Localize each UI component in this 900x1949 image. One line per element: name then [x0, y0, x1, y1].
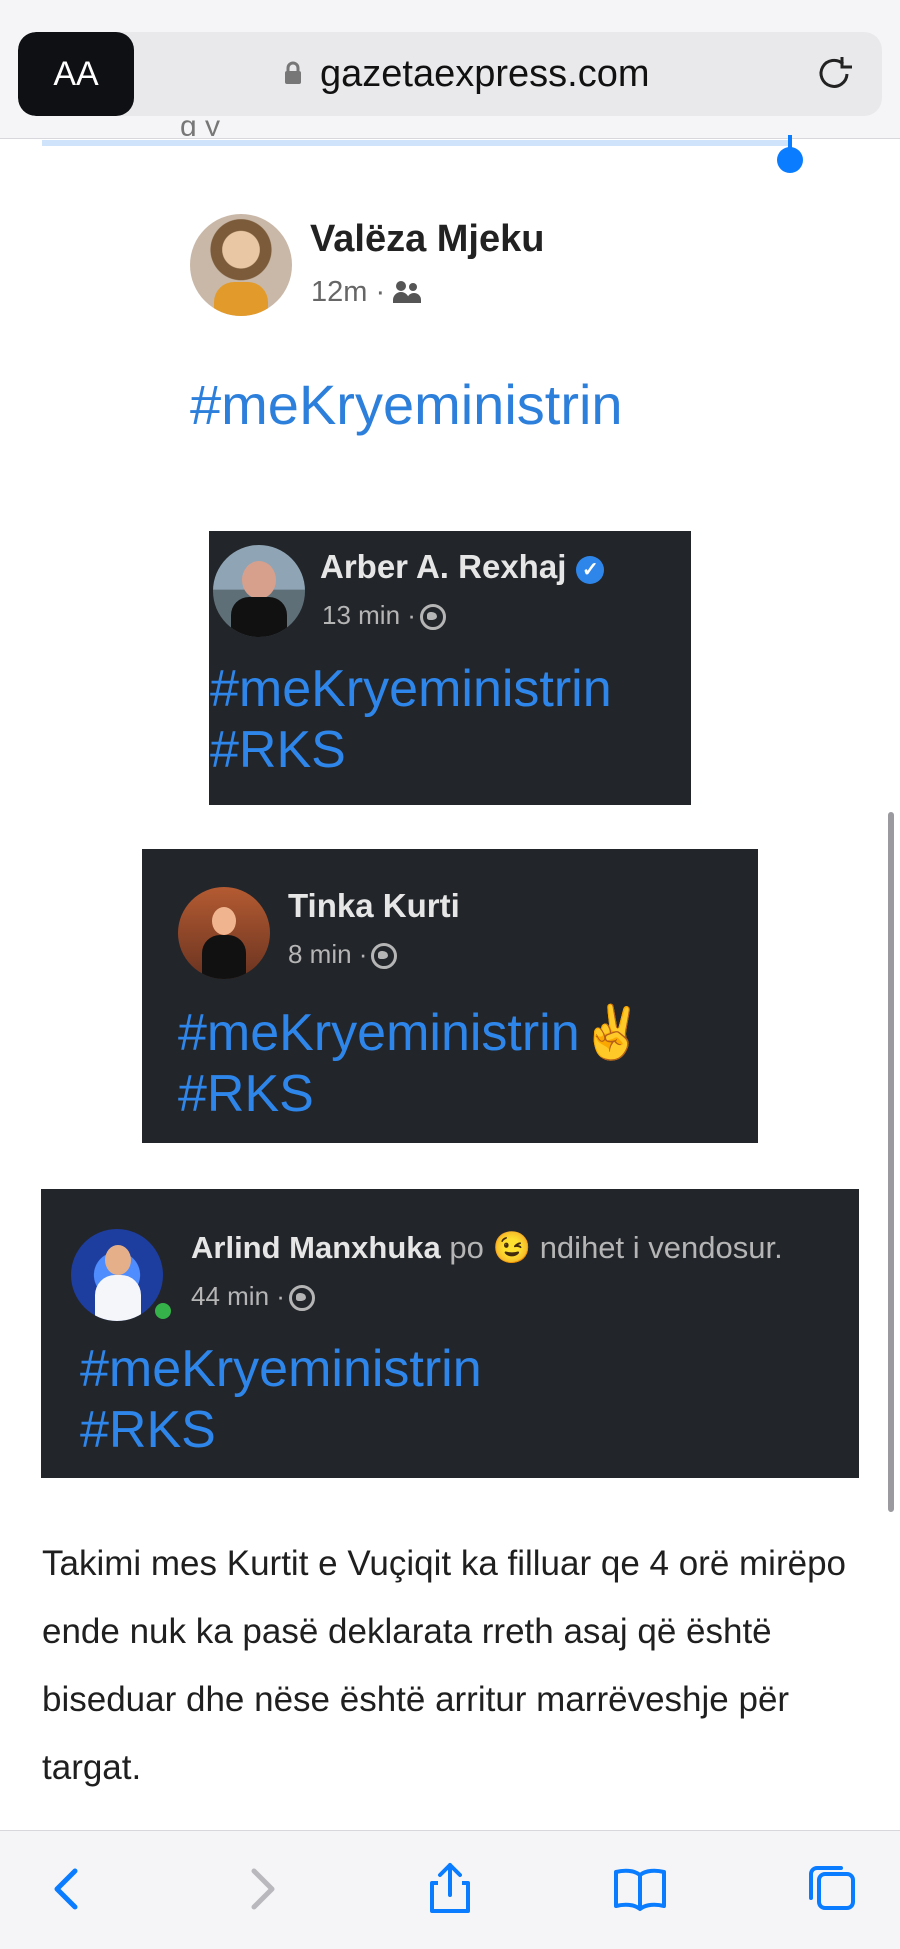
post-hashtag[interactable]: #RKS	[210, 720, 612, 781]
globe-icon	[419, 604, 446, 630]
share-icon[interactable]	[420, 1859, 480, 1919]
post-hashtag[interactable]: #meKryeministrin	[80, 1339, 482, 1400]
post-author: Arlind Manxhuka	[191, 1230, 441, 1265]
scrollbar[interactable]	[888, 812, 894, 1512]
post-author: Tinka Kurti	[288, 887, 460, 924]
post-author-row: Arber A. Rexhaj ✓	[320, 548, 605, 586]
post-hashtags: #meKryeministrin #RKS	[80, 1339, 482, 1462]
lock-icon	[285, 61, 301, 84]
reader-settings-button[interactable]: AA	[18, 32, 134, 116]
article-paragraph: Takimi mes Kurtit e Vuçiqit ka filluar q…	[42, 1544, 847, 1787]
text-selection-highlight	[42, 140, 792, 146]
browser-bottom-toolbar	[0, 1830, 900, 1949]
post-author-row: Arlind Manxhuka po 😉 ndihet i vendosur.	[191, 1229, 783, 1266]
facebook-post-arlind: Arlind Manxhuka po 😉 ndihet i vendosur. …	[41, 1189, 859, 1478]
forward-icon[interactable]	[232, 1859, 292, 1919]
avatar	[190, 214, 292, 316]
post-author: Arber A. Rexhaj	[320, 548, 567, 585]
post-time: 8 min ·	[288, 939, 398, 970]
avatar	[71, 1229, 163, 1321]
online-status-dot	[151, 1299, 175, 1323]
avatar	[178, 887, 270, 979]
facebook-post-arber: Arber A. Rexhaj ✓ 13 min · #meKryeministr…	[209, 531, 691, 805]
post-author: Valëza Mjeku	[310, 218, 545, 260]
tabs-icon[interactable]	[802, 1859, 862, 1919]
bookmarks-icon[interactable]	[610, 1859, 670, 1919]
post-hashtag[interactable]: #meKryeministrin	[210, 659, 612, 720]
url-text: gazetaexpress.com	[320, 53, 650, 95]
back-icon[interactable]	[37, 1859, 97, 1919]
facebook-post-tinka: Tinka Kurti 8 min · #meKryeministrin✌️ #…	[142, 849, 758, 1143]
post-hashtags: #meKryeministrin✌️ #RKS	[178, 1003, 644, 1126]
globe-icon	[371, 943, 398, 969]
selection-handle[interactable]	[777, 147, 803, 173]
avatar	[213, 545, 305, 637]
post-time: 12m ·	[311, 276, 423, 309]
address-bar[interactable]: AA gazetaexpress.com	[18, 32, 882, 116]
post-hashtags: #meKryeministrin #RKS	[210, 659, 612, 782]
post-time: 13 min ·	[322, 600, 446, 631]
post-hashtag[interactable]: #meKryeministrin	[190, 372, 623, 437]
browser-top-bar: AA gazetaexpress.com	[0, 0, 900, 139]
post-hashtag[interactable]: #RKS	[80, 1400, 482, 1461]
friends-icon	[393, 281, 423, 303]
post-hashtag[interactable]: #meKryeministrin✌️	[178, 1003, 644, 1064]
reload-icon[interactable]	[814, 54, 854, 94]
globe-icon	[288, 1285, 315, 1311]
facebook-post-valeza: Valëza Mjeku 12m · #meKryeministrin	[180, 204, 680, 464]
partial-text-line: g y	[180, 118, 221, 136]
post-time: 44 min ·	[191, 1281, 315, 1312]
verified-icon: ✓	[576, 556, 605, 584]
post-status: po 😉 ndihet i vendosur.	[449, 1230, 783, 1265]
post-hashtag[interactable]: #RKS	[178, 1064, 644, 1125]
